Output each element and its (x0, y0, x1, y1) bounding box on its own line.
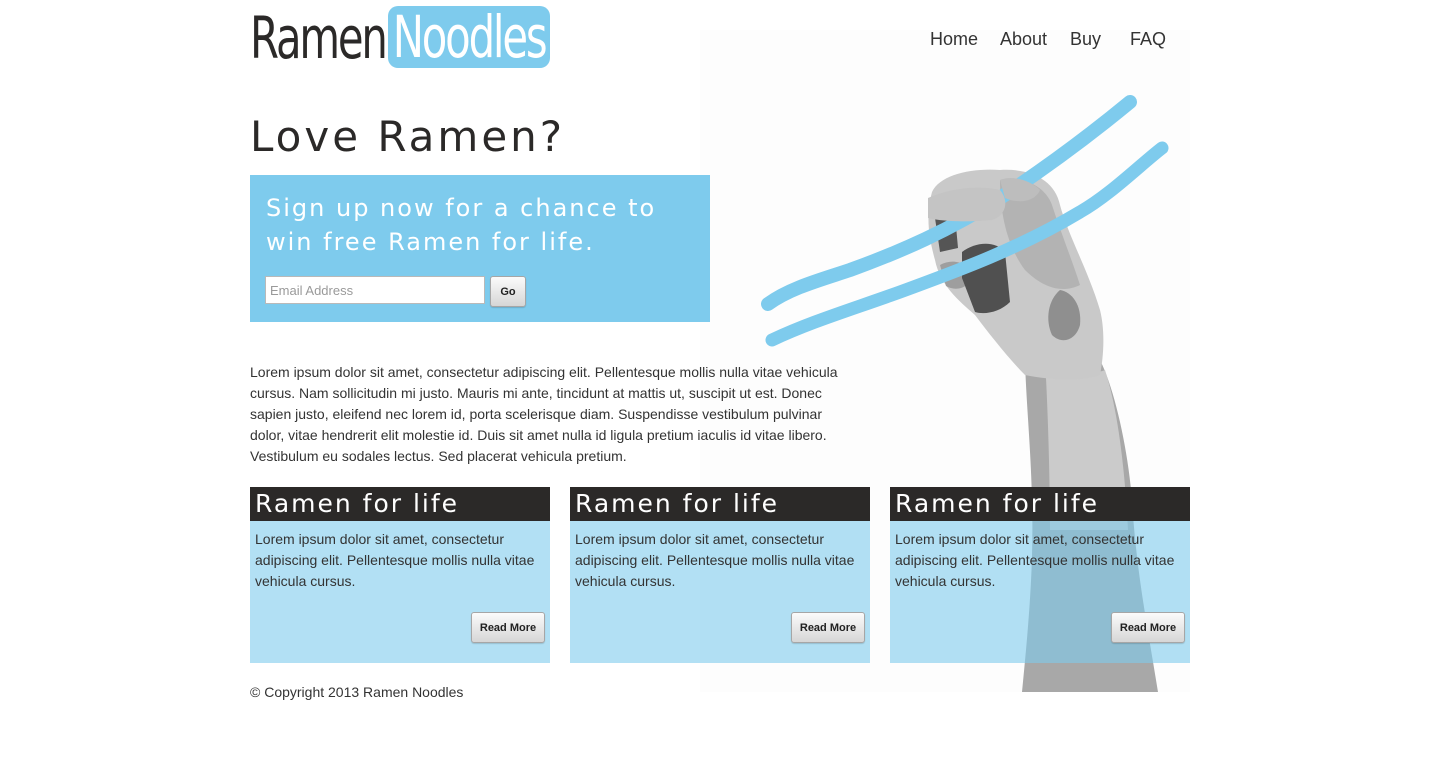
card-body: Lorem ipsum dolor sit amet, consectetur … (255, 531, 535, 589)
logo[interactable]: Ramen Noodles (250, 6, 550, 70)
signup-text: Sign up now for a chance to win free Ram… (266, 194, 657, 256)
card-body: Lorem ipsum dolor sit amet, consectetur … (575, 531, 855, 589)
email-input[interactable] (265, 276, 485, 304)
go-button[interactable]: Go (490, 276, 526, 307)
read-more-button[interactable]: Read More (471, 612, 545, 643)
intro-paragraph: Lorem ipsum dolor sit amet, consectetur … (250, 364, 838, 464)
nav-link-faq[interactable]: FAQ (1130, 28, 1166, 50)
logo-word-noodles: Noodles (392, 6, 548, 68)
feature-card: Ramen for life Lorem ipsum dolor sit ame… (570, 487, 870, 663)
signup-box: Sign up now for a chance to win free Ram… (250, 175, 710, 322)
logo-badge: Noodles (388, 6, 550, 68)
feature-card: Ramen for life Lorem ipsum dolor sit ame… (890, 487, 1190, 663)
card-title: Ramen for life (250, 487, 550, 521)
feature-card: Ramen for life Lorem ipsum dolor sit ame… (250, 487, 550, 663)
card-title: Ramen for life (570, 487, 870, 521)
footer-copyright: © Copyright 2013 Ramen Noodles (250, 684, 464, 700)
card-title: Ramen for life (890, 487, 1190, 521)
page-headline: Love Ramen? (250, 112, 566, 161)
card-body: Lorem ipsum dolor sit amet, consectetur … (895, 531, 1175, 589)
logo-word-ramen: Ramen (250, 4, 388, 72)
read-more-button[interactable]: Read More (1111, 612, 1185, 643)
nav-link-home[interactable]: Home (930, 28, 978, 50)
nav-link-buy[interactable]: Buy (1070, 28, 1101, 50)
nav-link-about[interactable]: About (1000, 28, 1047, 50)
read-more-button[interactable]: Read More (791, 612, 865, 643)
